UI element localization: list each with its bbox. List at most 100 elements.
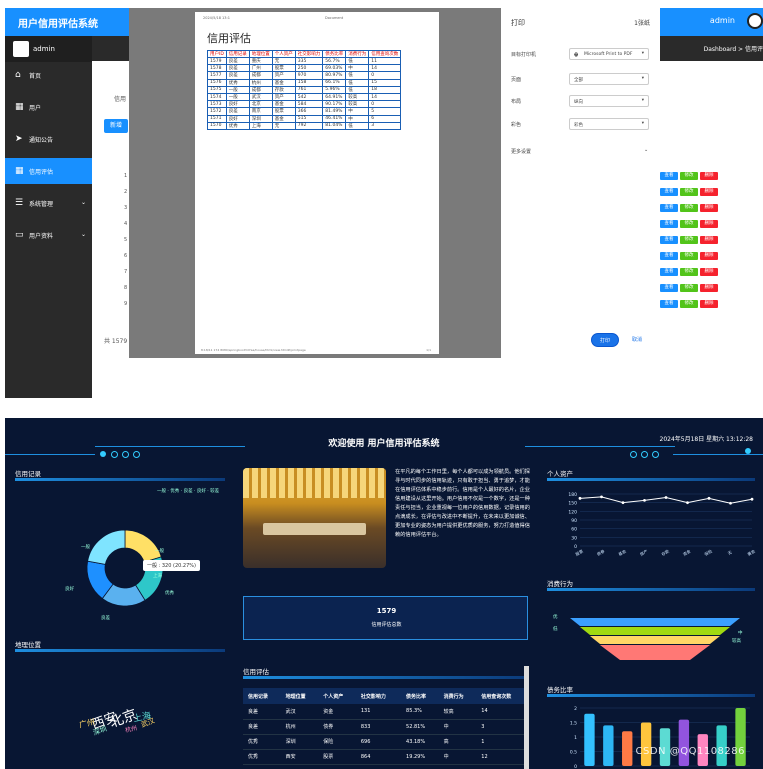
sidebar-item[interactable]: ⌂ 首页 xyxy=(5,62,92,88)
edit-button[interactable]: 修改 xyxy=(680,252,698,260)
table-row: 1573 良好 北京 基金 584 90.17% 较高 0 xyxy=(207,100,402,109)
delete-button[interactable]: 删除 xyxy=(700,172,718,180)
breadcrumb[interactable]: Dashboard > 信用评 xyxy=(704,44,763,53)
sidebar-item[interactable]: ☰ 系统管理 ⌄ xyxy=(5,190,92,216)
edit-button[interactable]: 修改 xyxy=(680,172,698,180)
delete-button[interactable]: 删除 xyxy=(700,300,718,308)
sidebar-item[interactable]: ▭ 用户资料 ⌄ xyxy=(5,222,92,248)
delete-button[interactable]: 删除 xyxy=(700,236,718,244)
column-header: 社交影响力 xyxy=(294,50,324,58)
layout-label: 布局 xyxy=(511,99,522,105)
table-cell: 成都 xyxy=(248,71,273,80)
view-button[interactable]: 查看 xyxy=(660,236,678,244)
delete-button[interactable]: 删除 xyxy=(700,284,718,292)
column-header: 信用查询次数 xyxy=(476,688,529,704)
more-settings[interactable]: 更多设置 xyxy=(511,148,531,155)
view-button[interactable]: 查看 xyxy=(660,204,678,212)
add-button[interactable]: 新增 xyxy=(104,119,128,133)
data-point[interactable] xyxy=(686,501,689,505)
total-stat-box: 1579 信用评估总数 xyxy=(243,596,528,640)
pie-slice[interactable] xyxy=(124,529,162,563)
edit-button[interactable]: 修改 xyxy=(680,236,698,244)
column-header: 地理位置 xyxy=(280,688,319,704)
app-title: 用户信用评估系统 xyxy=(18,19,98,30)
table-cell: 股票 xyxy=(271,107,296,116)
data-point[interactable] xyxy=(621,501,625,505)
dashboard-table: 信用记录 地理位置 个人资产 社交影响力 债务比率 消费行为 信用查询次数 良差 武汉 资金 13… xyxy=(243,688,529,765)
row-number: 6 xyxy=(124,253,128,259)
printer-select[interactable]: 🖶 Microsoft Print to PDF xyxy=(569,48,649,60)
color-select[interactable]: 彩色 xyxy=(569,118,649,130)
data-point[interactable] xyxy=(578,496,582,500)
bar[interactable] xyxy=(735,708,746,766)
data-point[interactable] xyxy=(643,498,646,502)
delete-button[interactable]: 删除 xyxy=(700,204,718,212)
total-label: 信用评估总数 xyxy=(371,622,402,628)
edit-button[interactable]: 修改 xyxy=(680,188,698,196)
data-point[interactable] xyxy=(707,496,711,500)
bar[interactable] xyxy=(678,719,690,766)
delete-button[interactable]: 删除 xyxy=(700,268,718,276)
data-point[interactable] xyxy=(664,496,668,499)
bar[interactable] xyxy=(584,713,595,766)
y-tick-label: 0.5 xyxy=(570,750,577,756)
table-cell: 资金 xyxy=(318,704,356,720)
bar[interactable] xyxy=(603,725,614,766)
table-cell: 基金 xyxy=(271,100,296,109)
delete-button[interactable]: 删除 xyxy=(700,188,718,196)
sidebar-item[interactable]: ➤ 通知公告 xyxy=(5,126,92,152)
data-point[interactable] xyxy=(729,501,732,505)
table-cell: 一般 xyxy=(225,85,250,94)
edit-button[interactable]: 修改 xyxy=(680,284,698,292)
section-title-credit: 信用记录 xyxy=(15,470,41,478)
table-cell: 515 xyxy=(294,114,324,123)
pie-slice[interactable] xyxy=(87,529,126,565)
table-cell: 1 xyxy=(476,734,529,750)
pages-label: 页面 xyxy=(511,77,522,83)
table-cell: 广州 xyxy=(248,64,273,73)
chevron-down-icon[interactable]: ⌄ xyxy=(644,147,648,153)
bar[interactable] xyxy=(640,722,652,767)
table-cell: 良差 xyxy=(225,56,250,66)
table-cell: 5.96% xyxy=(322,85,347,94)
delete-button[interactable]: 删除 xyxy=(700,220,718,228)
view-button[interactable]: 查看 xyxy=(660,172,678,180)
preview-footer-page: 1/1 xyxy=(426,348,431,352)
table-scrollbar[interactable] xyxy=(524,666,529,769)
view-button[interactable]: 查看 xyxy=(660,284,678,292)
delete-button[interactable]: 删除 xyxy=(700,252,718,260)
pages-select[interactable]: 全部 xyxy=(569,73,649,85)
bar[interactable] xyxy=(622,731,633,766)
table-cell: 1572 xyxy=(207,107,227,116)
sidebar-item-label: 信用评估 xyxy=(29,169,54,176)
view-button[interactable]: 查看 xyxy=(660,188,678,196)
edit-button[interactable]: 修改 xyxy=(680,220,698,228)
sidebar-item[interactable]: ▦ 信用评估 xyxy=(5,158,92,184)
print-button[interactable]: 打印 xyxy=(591,333,619,347)
cancel-button[interactable]: 取消 xyxy=(623,333,651,347)
table-cell: 优秀 xyxy=(243,749,281,765)
table-cell: 较高 xyxy=(438,704,477,720)
avatar[interactable] xyxy=(747,13,763,29)
layout-select[interactable]: 纵向 xyxy=(569,95,649,107)
table-cell: 90.17% xyxy=(322,100,347,109)
view-button[interactable]: 查看 xyxy=(660,300,678,308)
data-point[interactable] xyxy=(750,497,754,501)
table-cell: 12 xyxy=(476,749,529,765)
edit-button[interactable]: 修改 xyxy=(680,300,698,308)
view-button[interactable]: 查看 xyxy=(660,268,678,276)
sidebar: admin ⌂ 首页 ▦ 用户 ➤ 通知公告 ▦ 信用评估 ☰ 系统管理 ⌄ ▭ 用户资料 ⌄ xyxy=(5,36,92,398)
table-cell: 366 xyxy=(294,107,324,116)
row-number: 1 xyxy=(124,173,128,179)
edit-button[interactable]: 修改 xyxy=(680,204,698,212)
sidebar-item[interactable]: ▦ 用户 xyxy=(5,94,92,120)
table-cell: 较高 xyxy=(345,92,370,102)
data-point[interactable] xyxy=(600,495,603,499)
table-cell: 14 xyxy=(368,64,402,73)
view-button[interactable]: 查看 xyxy=(660,220,678,228)
header-username[interactable]: admin xyxy=(710,16,735,25)
view-button[interactable]: 查看 xyxy=(660,252,678,260)
edit-button[interactable]: 修改 xyxy=(680,268,698,276)
sheet-count: 1张纸 xyxy=(634,20,650,27)
table-cell: 833 xyxy=(355,719,402,735)
